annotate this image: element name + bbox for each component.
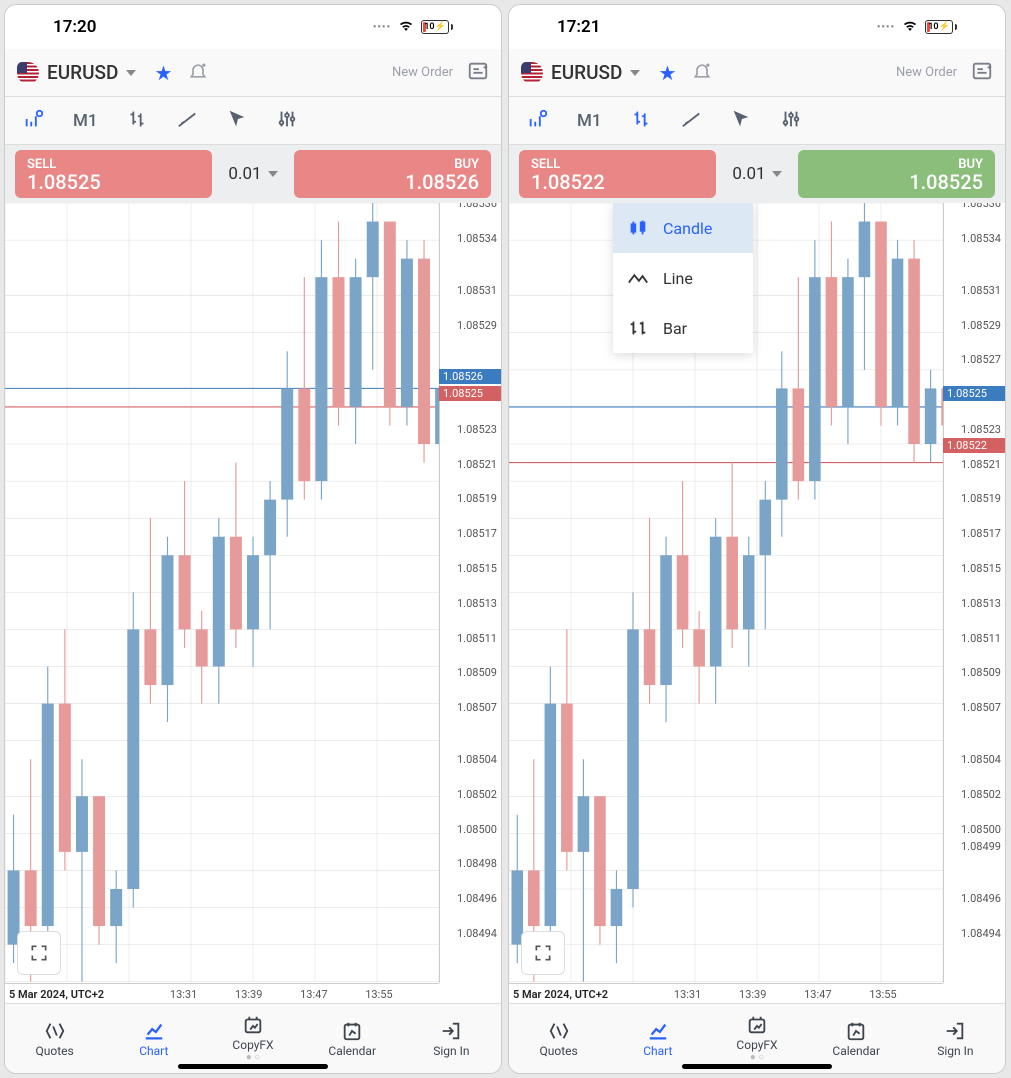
bottom-nav: Quotes Chart CopyFX● ○ Calendar Sign In <box>509 1003 1005 1073</box>
status-time: 17:20 <box>53 17 96 37</box>
volume-value: 0.01 <box>228 164 261 184</box>
nav-copyfx[interactable]: CopyFX● ○ <box>707 1004 806 1073</box>
status-bar: 17:20 •••• 10⚡ <box>5 5 501 49</box>
settings-sliders-icon[interactable] <box>276 108 298 134</box>
page-dots: ● ○ <box>750 1052 765 1063</box>
battery-icon: 10⚡ <box>421 20 453 34</box>
sell-button[interactable]: SELL 1.08525 <box>15 150 212 198</box>
nav-signin[interactable]: Sign In <box>402 1004 501 1073</box>
nav-copyfx[interactable]: CopyFX● ○ <box>203 1004 302 1073</box>
new-order-label[interactable]: New Order <box>392 65 453 80</box>
candlestick-chart <box>509 203 1005 1003</box>
dropdown-item-line[interactable]: Line <box>613 253 753 303</box>
nav-signin[interactable]: Sign In <box>906 1004 1005 1073</box>
chart-area[interactable]: 1.085361.085341.085311.085291.085261.085… <box>5 203 501 1003</box>
drawing-tools-icon[interactable] <box>680 108 702 134</box>
battery-icon: 10⚡ <box>925 20 957 34</box>
wifi-icon <box>901 17 919 37</box>
nav-quotes[interactable]: Quotes <box>509 1004 608 1073</box>
indicators-icon[interactable] <box>23 108 45 134</box>
x-axis: 5 Mar 2024, UTC+2 13:3113:3913:4713:55 <box>509 983 943 1003</box>
dropdown-item-candle[interactable]: Candle <box>613 203 753 253</box>
volume-caret-icon <box>268 171 278 177</box>
status-right: •••• 10⚡ <box>877 17 957 37</box>
fullscreen-button[interactable] <box>17 931 61 975</box>
flag-icon <box>17 62 39 84</box>
symbol-header: EURUSD ★ New Order <box>5 49 501 97</box>
symbol-dropdown-caret-icon[interactable] <box>126 70 136 76</box>
alert-bell-icon[interactable] <box>692 61 712 85</box>
cellular-dots-icon: •••• <box>373 22 391 33</box>
status-time: 17:21 <box>557 17 600 37</box>
chart-date: 5 Mar 2024, UTC+2 <box>513 988 608 1001</box>
symbol-name[interactable]: EURUSD <box>551 61 622 84</box>
new-order-icon[interactable] <box>971 60 993 86</box>
symbol-dropdown-caret-icon[interactable] <box>630 70 640 76</box>
sell-price: 1.08522 <box>531 172 605 192</box>
chart-toolbar: M1 <box>509 97 1005 145</box>
wifi-icon <box>397 17 415 37</box>
fullscreen-button[interactable] <box>521 931 565 975</box>
x-axis: 5 Mar 2024, UTC+2 13:3113:3913:4713:55 <box>5 983 439 1003</box>
nav-quotes[interactable]: Quotes <box>5 1004 104 1073</box>
chart-type-icon[interactable] <box>126 108 148 134</box>
home-indicator[interactable] <box>178 1064 328 1069</box>
status-right: •••• 10⚡ <box>373 17 453 37</box>
chart-area[interactable]: 1.085361.085341.085311.085291.085271.085… <box>509 203 1005 1003</box>
trade-row: SELL 1.08525 0.01 BUY 1.08526 <box>5 145 501 203</box>
bottom-nav: Quotes Chart CopyFX● ○ Calendar Sign In <box>5 1003 501 1073</box>
buy-button[interactable]: BUY 1.08526 <box>294 150 491 198</box>
phone-right: 17:21 •••• 10⚡ EURUSD ★ New Order M1 SEL… <box>508 4 1006 1074</box>
settings-sliders-icon[interactable] <box>780 108 802 134</box>
drawing-tools-icon[interactable] <box>176 108 198 134</box>
symbol-header: EURUSD ★ New Order <box>509 49 1005 97</box>
indicators-icon[interactable] <box>527 108 549 134</box>
trade-row: SELL 1.08522 0.01 BUY 1.08525 <box>509 145 1005 203</box>
favorite-star-icon[interactable]: ★ <box>154 61 172 85</box>
chart-type-dropdown: Candle Line Bar <box>613 203 753 353</box>
page-dots: ● ○ <box>246 1052 261 1063</box>
volume-caret-icon <box>772 171 782 177</box>
buy-price: 1.08525 <box>909 172 983 192</box>
new-order-icon[interactable] <box>467 60 489 86</box>
cursor-icon[interactable] <box>226 108 248 134</box>
dropdown-item-bar[interactable]: Bar <box>613 303 753 353</box>
favorite-star-icon[interactable]: ★ <box>658 61 676 85</box>
chart-toolbar: M1 <box>5 97 501 145</box>
nav-chart[interactable]: Chart <box>104 1004 203 1073</box>
cellular-dots-icon: •••• <box>877 22 895 33</box>
candlestick-chart <box>5 203 501 1003</box>
buy-button[interactable]: BUY 1.08525 <box>798 150 995 198</box>
volume-picker[interactable]: 0.01 <box>218 164 287 184</box>
timeframe-button[interactable]: M1 <box>577 111 602 131</box>
volume-picker[interactable]: 0.01 <box>722 164 791 184</box>
buy-price: 1.08526 <box>405 172 479 192</box>
new-order-label[interactable]: New Order <box>896 65 957 80</box>
y-axis: 1.085361.085341.085311.085291.085261.085… <box>439 203 501 983</box>
home-indicator[interactable] <box>682 1064 832 1069</box>
volume-value: 0.01 <box>732 164 765 184</box>
alert-bell-icon[interactable] <box>188 61 208 85</box>
nav-calendar[interactable]: Calendar <box>303 1004 402 1073</box>
y-axis: 1.085361.085341.085311.085291.085271.085… <box>943 203 1005 983</box>
status-bar: 17:21 •••• 10⚡ <box>509 5 1005 49</box>
chart-type-icon[interactable] <box>630 108 652 134</box>
sell-price: 1.08525 <box>27 172 101 192</box>
sell-button[interactable]: SELL 1.08522 <box>519 150 716 198</box>
cursor-icon[interactable] <box>730 108 752 134</box>
chart-date: 5 Mar 2024, UTC+2 <box>9 988 104 1001</box>
nav-chart[interactable]: Chart <box>608 1004 707 1073</box>
symbol-name[interactable]: EURUSD <box>47 61 118 84</box>
nav-calendar[interactable]: Calendar <box>807 1004 906 1073</box>
flag-icon <box>521 62 543 84</box>
phone-left: 17:20 •••• 10⚡ EURUSD ★ New Order M1 SEL… <box>4 4 502 1074</box>
timeframe-button[interactable]: M1 <box>73 111 98 131</box>
